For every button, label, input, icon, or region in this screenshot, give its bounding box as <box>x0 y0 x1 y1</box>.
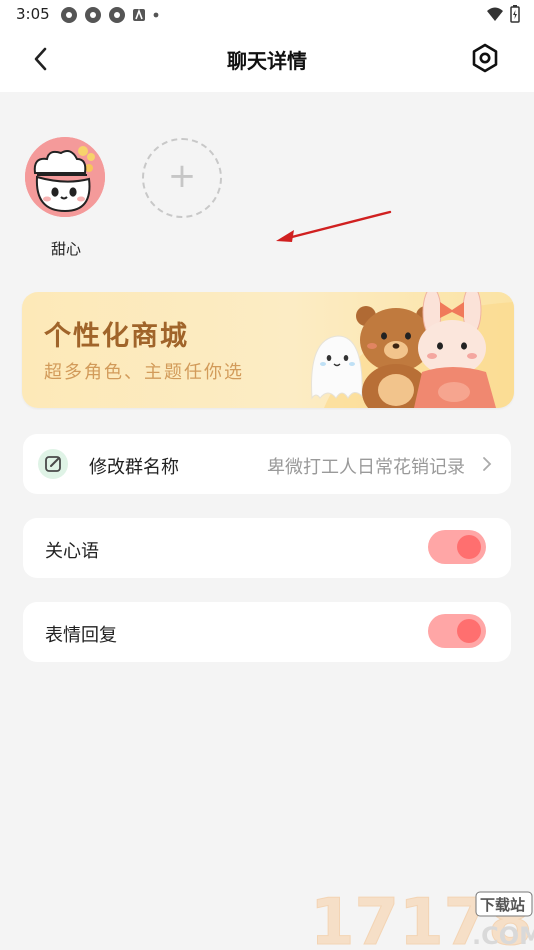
toggle-knob <box>457 619 481 643</box>
system-status-icons <box>486 5 520 23</box>
chevron-right-icon <box>483 457 492 471</box>
avatar <box>25 137 105 217</box>
status-bar: 3:05 <box>0 0 534 28</box>
wifi-icon <box>487 7 503 21</box>
site-watermark-logo: 17178 下载站 .COM <box>310 886 534 950</box>
member-name: 甜心 <box>50 240 81 258</box>
app-notification-icon <box>61 7 77 23</box>
annotation-arrow <box>276 210 392 242</box>
care-words-row: 关心语 <box>23 518 511 578</box>
add-member-button[interactable]: + <box>142 138 222 218</box>
app-notification-icon <box>85 7 101 23</box>
banner-title: 个性化商城 <box>44 321 189 352</box>
page-title: 聊天详情 <box>227 49 307 73</box>
emoji-reply-label: 表情回复 <box>45 625 117 646</box>
ghost-icon <box>311 335 363 400</box>
group-name-label: 修改群名称 <box>89 457 179 478</box>
theme-store-banner[interactable]: 个性化商城 超多角色、主题任你选 <box>22 292 514 408</box>
app-notification-icon <box>109 7 125 23</box>
edit-icon <box>38 449 68 479</box>
settings-hexagon-icon[interactable] <box>470 43 500 73</box>
notification-icons <box>60 6 160 24</box>
status-time: 3:05 <box>16 5 50 23</box>
care-words-label: 关心语 <box>45 541 99 562</box>
more-dot-icon <box>153 12 159 18</box>
member-item[interactable]: 甜心 <box>25 137 107 258</box>
banner-subtitle: 超多角色、主题任你选 <box>44 362 244 383</box>
font-notification-icon <box>133 8 145 21</box>
emoji-reply-toggle[interactable] <box>428 614 486 648</box>
watermark-suffix: .COM <box>472 922 534 950</box>
characters-illustration <box>311 292 514 408</box>
chef-character-icon <box>25 137 105 217</box>
emoji-reply-row: 表情回复 <box>23 602 511 662</box>
toggle-knob <box>457 535 481 559</box>
group-name-row[interactable]: 修改群名称 卑微打工人日常花销记录 <box>23 434 511 494</box>
plus-icon: + <box>167 156 197 196</box>
watermark-badge: 下载站 <box>480 896 525 914</box>
care-words-toggle[interactable] <box>428 530 486 564</box>
group-name-value: 卑微打工人日常花销记录 <box>267 457 465 478</box>
top-nav-bar: 聊天详情 <box>0 28 534 92</box>
battery-icon <box>510 5 520 23</box>
